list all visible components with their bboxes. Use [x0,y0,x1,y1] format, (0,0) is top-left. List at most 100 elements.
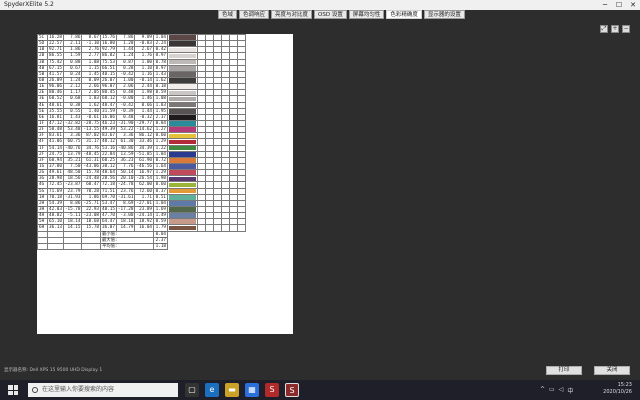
color-swatch [169,72,196,77]
tab-color-accuracy[interactable]: 色彩精确度 [386,10,422,19]
value-cell: 31.59 [100,107,117,115]
value-cell: 53.16 [100,144,117,152]
edge-icon[interactable]: e [205,383,219,397]
minimize-icon[interactable]: ─ [598,0,612,10]
value-cell: 1.08 [153,95,168,103]
maximize-icon[interactable]: ☐ [612,0,626,10]
spyder-active-icon[interactable]: S [285,383,299,397]
value-cell: 48.64 [100,169,117,177]
window-title: SpyderXElite 5.2 [4,1,54,8]
color-swatch [169,139,196,145]
empty-cell [213,224,222,232]
print-button[interactable]: 打印 [546,366,582,375]
tab-osd-settings[interactable]: OSD 设置 [314,10,347,19]
value-cell: 69.70 [100,193,117,201]
value-cell: -32.82 [62,119,83,128]
value-cell: 1.83 [153,101,168,109]
color-swatch [169,225,196,231]
file-explorer-icon[interactable]: ▬ [225,383,239,397]
zoom-in-icon[interactable]: + [611,25,619,33]
color-swatch [169,188,196,194]
color-swatch [169,145,196,151]
color-swatch [169,41,196,46]
value-cell: 80.45 [100,89,117,97]
empty-cell [81,242,101,250]
value-cell: 1.43 [153,70,168,78]
volume-icon[interactable]: ◁ [559,386,564,395]
value-cell: 0.60 [153,132,168,140]
value-cell: 1.79 [153,224,168,232]
value-cell: 1.49 [153,212,168,220]
value-cell: 36.07 [100,224,117,232]
value-cell: -28.75 [81,119,101,128]
window-controls: ─ ☐ ✕ [598,0,640,10]
value-cell: 0.84 [153,119,168,128]
value-cell: 75.53 [100,58,117,66]
tab-brightness-contrast[interactable]: 亮度与对比度 [271,10,313,19]
value-cell: 72.18 [100,181,117,189]
value-cell: 80.46 [47,89,64,97]
value-cell: 50.48 [47,126,64,134]
color-swatch [169,65,196,71]
close-button[interactable]: 关闭 [594,366,630,375]
value-cell: 54.14 [47,144,64,152]
value-cell: 0.59 [153,218,168,226]
taskbar-search-input[interactable]: 在这里输入你要搜索的内容 [28,383,178,397]
value-cell: -48.45 [81,150,101,158]
value-cell: 0.97 [153,64,168,72]
value-cell: 68.12 [100,95,117,103]
chevron-up-icon[interactable]: ^ [540,386,545,395]
value-cell: 83.61 [47,132,64,140]
value-cell: 38.12 [100,162,117,171]
table-row: 6H 36.13 14.15 15.78 36.07 14.79 16.04 1.79 [37,224,246,232]
color-swatch [169,170,196,175]
close-icon[interactable]: ✕ [626,0,640,10]
value-cell: 26.09 [47,76,64,85]
color-swatch [169,102,196,108]
report-sheet: 5C 16.28 7.86 8.67 15.76 7.86 9.09 1.04 5D 22.57 2… [37,33,293,334]
tab-tone-response[interactable]: 色调响应 [239,10,270,19]
color-swatch [169,90,196,96]
color-swatch [169,213,196,218]
ime-indicator[interactable]: 中 [567,386,573,395]
zoom-out-icon[interactable]: − [622,25,630,33]
spyder-app-icon[interactable]: S [265,383,279,397]
network-icon[interactable]: ▭ [549,386,555,395]
value-cell: 49.39 [100,126,117,134]
value-cell: 36.13 [47,224,64,232]
color-swatch [169,35,196,40]
color-swatch [169,164,196,169]
value-cell: 24.75 [47,150,64,158]
tab-gamut[interactable]: 色域 [218,10,238,19]
tab-display-settings[interactable]: 显示器的设置 [423,10,465,19]
windows-start-icon[interactable] [8,385,18,395]
value-cell: 1.04 [153,199,168,207]
value-cell: 1.69 [153,205,168,214]
search-placeholder: 在这里输入你要搜索的内容 [42,386,115,393]
value-cell: -51.85 [134,150,154,158]
tab-bar: 色域 色调响应 亮度与对比度 OSD 设置 屏幕均匀性 色彩精确度 显示器的设置 [218,9,467,20]
value-cell: -25.71 [81,199,101,207]
search-icon [32,387,38,393]
value-cell: 1.27 [153,126,168,134]
task-view-icon[interactable]: ▢ [185,383,199,397]
value-cell: 67.15 [47,64,64,72]
empty-cell [221,224,230,232]
color-swatch [169,176,196,182]
color-swatch [169,219,196,225]
tab-uniformity[interactable]: 屏幕均匀性 [348,10,385,19]
value-cell: 0.60 [153,181,168,189]
value-cell: -31.90 [115,119,136,128]
value-cell: 0.42 [153,46,168,54]
empty-cell [237,224,246,232]
value-cell: 54.39 [47,199,64,207]
expand-icon[interactable]: ⤢ [600,25,608,33]
delta-e-cell: 2.24 [153,40,168,48]
value-cell: 48.47 [100,101,117,109]
value-cell: -43.06 [81,162,101,171]
empty-cell [62,242,83,250]
value-cell: 60.25 [100,156,117,164]
value-cell: 0.59 [153,89,168,97]
clock[interactable]: 15:23 2020/10/26 [603,382,632,396]
store-icon[interactable]: ▦ [245,383,259,397]
